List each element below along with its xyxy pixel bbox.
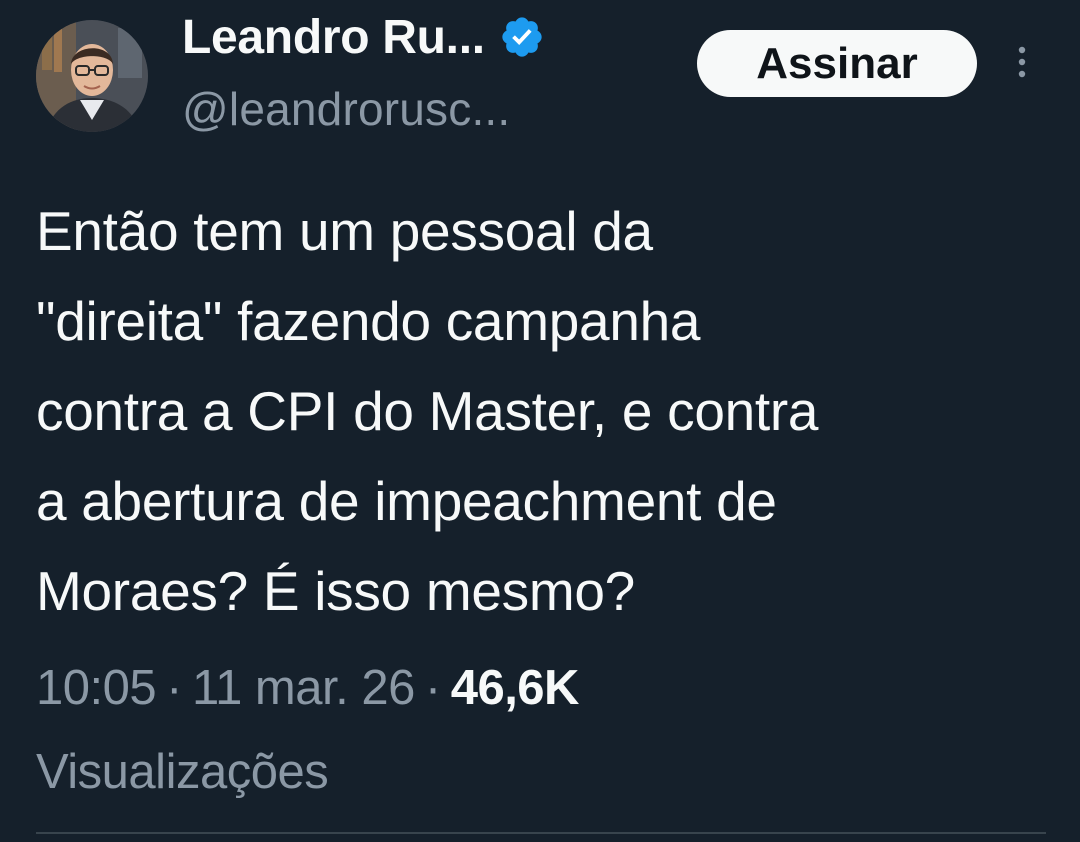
tweet-text-line: a abertura de impeachment de bbox=[36, 470, 777, 532]
avatar[interactable] bbox=[36, 20, 148, 132]
tweet-text-line: Então tem um pessoal da bbox=[36, 200, 653, 262]
author-display-name[interactable]: Leandro Ru... bbox=[182, 10, 485, 65]
tweet-text-line: "direita" fazendo campanha bbox=[36, 290, 701, 352]
subscribe-button[interactable]: Assinar bbox=[697, 30, 977, 97]
tweet-metadata: 10:05 · 11 mar. 26 · 46,6K Visualizações bbox=[36, 646, 1046, 814]
divider bbox=[36, 832, 1046, 834]
avatar-photo-icon bbox=[36, 20, 148, 132]
tweet-time[interactable]: 10:05 bbox=[36, 661, 157, 715]
more-options-icon[interactable] bbox=[1012, 44, 1032, 84]
verified-badge-icon[interactable] bbox=[499, 14, 545, 60]
author-name-row[interactable]: Leandro Ru... bbox=[182, 6, 545, 68]
tweet-date[interactable]: 11 mar. 26 bbox=[192, 661, 415, 715]
tweet-text-line: contra a CPI do Master, e contra bbox=[36, 380, 819, 442]
views-label[interactable]: Visualizações bbox=[36, 745, 329, 799]
author-handle[interactable]: @leandrorusc... bbox=[182, 82, 510, 136]
tweet-text-line: Moraes? É isso mesmo? bbox=[36, 560, 635, 622]
meta-separator: · bbox=[166, 661, 182, 715]
tweet-text: Então tem um pessoal da "direita" fazend… bbox=[36, 186, 1046, 636]
meta-separator: · bbox=[424, 661, 441, 715]
views-count[interactable]: 46,6K bbox=[451, 661, 580, 715]
